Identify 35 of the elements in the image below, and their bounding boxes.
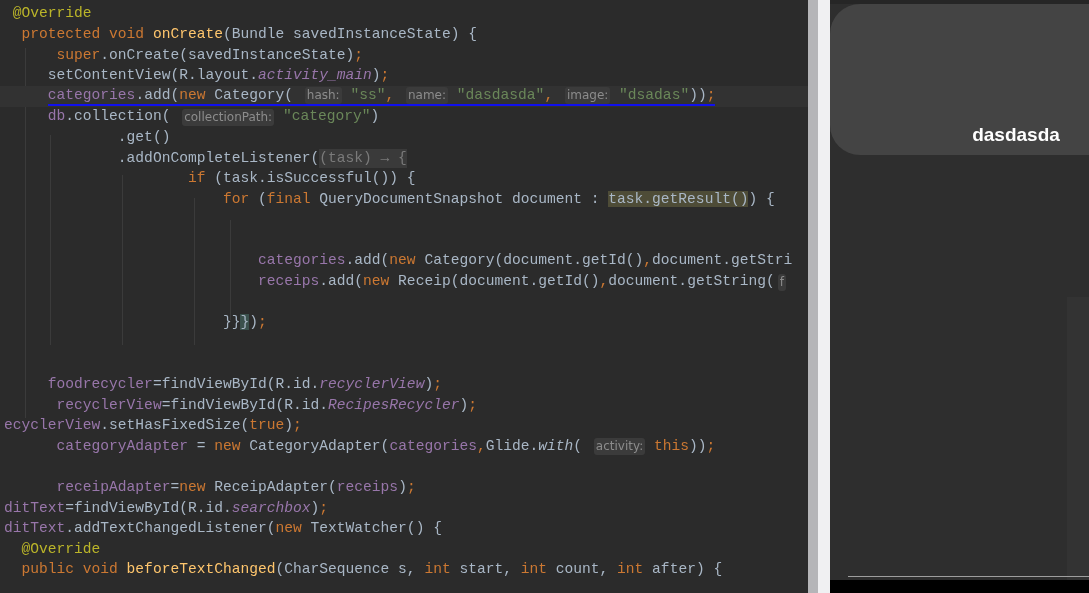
category-card[interactable]: dasdasda xyxy=(830,4,1089,155)
code-text: ecyclerView.setHasFixedSize(true); xyxy=(4,416,302,436)
code-text: super.onCreate(savedInstanceState); xyxy=(55,45,364,65)
code-text: recyclerView=findViewById(R.id.RecipesRecycler); xyxy=(55,395,477,415)
code-text: public void beforeTextChanged(CharSequence s, int start, int count, int after) { xyxy=(20,560,723,580)
code-text: if (task.isSuccessful()) { xyxy=(186,169,416,189)
code-text: }}}); xyxy=(221,313,267,333)
code-text: ditText=findViewById(R.id.searchbox); xyxy=(4,498,329,518)
code-text: for (final QueryDocumentSnapshot document : task.getResult()) { xyxy=(221,189,775,209)
code-text: categoryAdapter = new CategoryAdapter(categories,Glide.with( xyxy=(55,436,584,456)
code-text: setContentView(R.layout.activity_main); xyxy=(46,66,390,86)
code-text: @Override xyxy=(11,4,92,24)
code-text: .addOnCompleteListener( xyxy=(116,148,320,168)
category-name: dasdasda xyxy=(972,122,1060,147)
parameter-hint: name: xyxy=(405,87,449,105)
parameter-hint: f xyxy=(777,273,786,291)
code-text: .get() xyxy=(116,127,171,147)
code-text: db.collection( xyxy=(46,107,172,127)
code-text: this)); xyxy=(652,436,716,456)
code-text: receips.add(new Receip(document.getId(),document.getString( xyxy=(256,272,775,292)
code-text: @Override xyxy=(20,539,101,559)
code-text: categories.add(new Category( xyxy=(47,85,295,105)
code-text: receipAdapter=new ReceipAdapter(receips); xyxy=(55,478,416,497)
code-text: ditText.addTextChangedListener(new TextWatcher() { xyxy=(4,519,442,539)
parameter-hint: image: xyxy=(564,87,611,105)
code-text: "dasdasda", xyxy=(455,85,555,105)
code-text: "dsadas")); xyxy=(618,85,716,105)
parameter-hint: hash: xyxy=(304,87,342,105)
code-text: "category") xyxy=(281,107,380,127)
code-text: protected void onCreate(Bundle savedInstanceState) { xyxy=(20,24,477,44)
parameter-hint: collectionPath: xyxy=(182,108,275,126)
code-text: categories.add(new Category(document.getId(),document.getStri xyxy=(256,251,793,271)
code-text: foodrecycler=findViewById(R.id.recyclerView); xyxy=(46,375,442,395)
code-text: "ss", xyxy=(349,85,396,105)
parameter-hint: activity: xyxy=(593,438,646,456)
